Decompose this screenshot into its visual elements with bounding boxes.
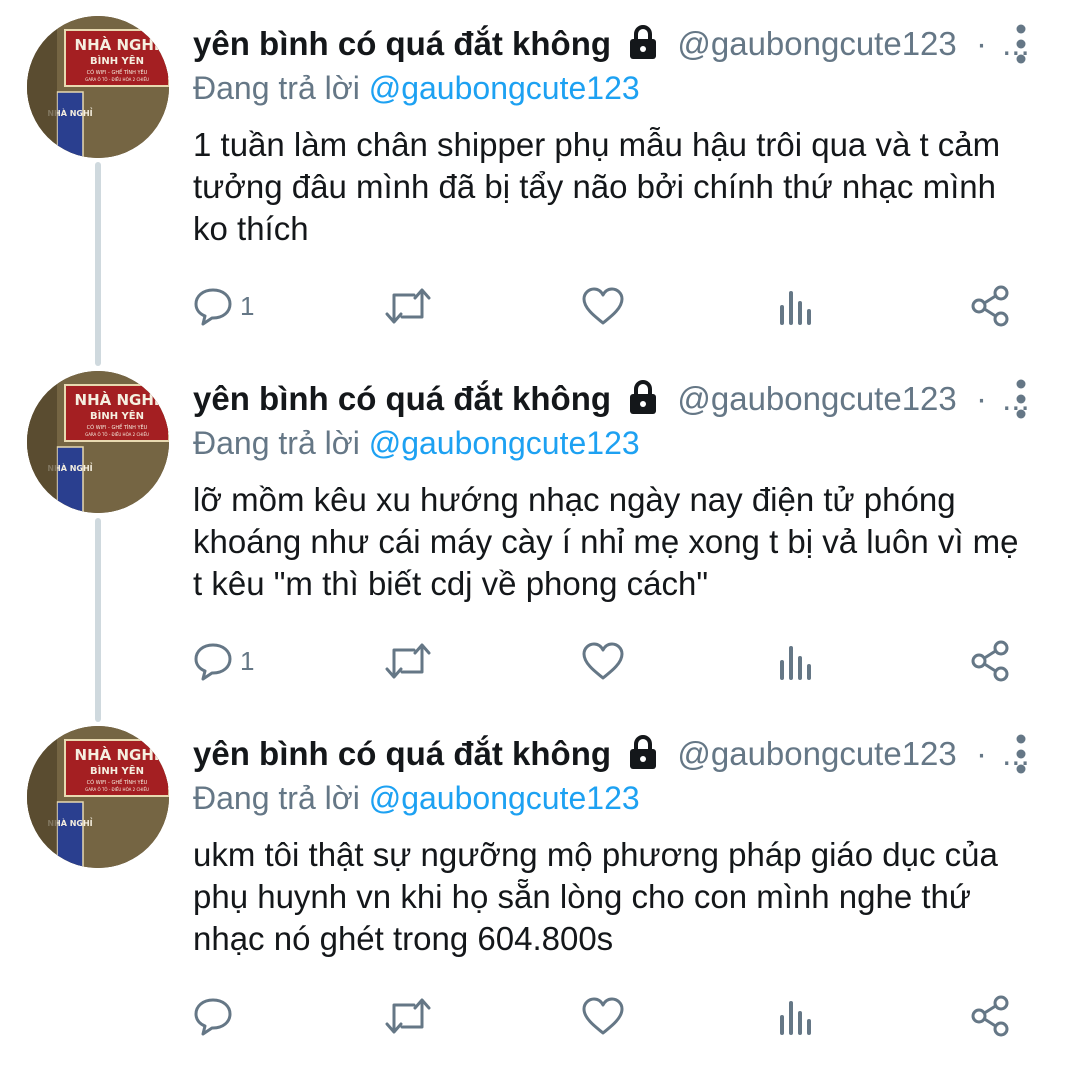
views-button[interactable]: [776, 633, 816, 689]
views-button[interactable]: [776, 278, 816, 334]
more-vertical-icon[interactable]: [1007, 732, 1035, 778]
retweet-icon: [385, 288, 431, 324]
like-button[interactable]: [580, 278, 626, 334]
tweet-text-line: t kêu "m thì biết cdj về phong cách": [193, 565, 709, 602]
avatar[interactable]: NHÀ NGHỈ BÌNH YÊN CÓ WIFI - GHẾ TÌNH YÊU…: [27, 726, 169, 868]
retweet-icon: [385, 998, 431, 1034]
tweet-header: yên bình có quá đắt không @gaubongcute12…: [193, 375, 1030, 423]
user-handle[interactable]: @gaubongcute123: [677, 735, 956, 772]
avatar-sign-line3: CÓ WIFI - GHẾ TÌNH YÊU: [87, 423, 148, 431]
avatar-sign-line2: BÌNH YÊN: [90, 409, 144, 422]
retweet-button[interactable]: [384, 633, 432, 689]
reply-button[interactable]: 1: [192, 278, 254, 334]
views-icon: [780, 291, 811, 325]
like-icon: [582, 997, 624, 1035]
replying-prefix: Đang trả lời: [193, 70, 360, 106]
retweet-button[interactable]: [384, 278, 432, 334]
replying-to: Đang trả lời @gaubongcute123: [193, 421, 640, 465]
tweet-text-line: 1 tuần làm chân shipper phụ mẫu hậu trôi…: [193, 126, 1001, 163]
tweet-text-line: lỡ mồm kêu xu hướng nhạc ngày nay điện t…: [193, 481, 956, 518]
lock-icon: [630, 25, 657, 59]
more-vertical-icon[interactable]: [1007, 22, 1035, 68]
avatar-sign-line4: GARA Ô TÔ - ĐIỀU HÒA 2 CHIỀU: [85, 77, 149, 82]
tweet-actions: 1: [0, 278, 1080, 334]
avatar-sign-line3: CÓ WIFI - GHẾ TÌNH YÊU: [87, 68, 148, 76]
tweet-header: yên bình có quá đắt không @gaubongcute12…: [193, 730, 1030, 778]
replying-to: Đang trả lời @gaubongcute123: [193, 66, 640, 110]
reply-button[interactable]: 1: [192, 633, 254, 689]
tweet-thread: NHÀ NGHỈ BÌNH YÊN CÓ WIFI - GHẾ TÌNH YÊU…: [0, 0, 1080, 1055]
avatar-sign-line2: BÌNH YÊN: [90, 54, 144, 67]
avatar[interactable]: NHÀ NGHỈ BÌNH YÊN CÓ WIFI - GHẾ TÌNH YÊU…: [27, 371, 169, 513]
tweet-text-line: ukm tôi thật sự ngưỡng mộ phương pháp gi…: [193, 836, 998, 873]
avatar-sign-line1: NHÀ NGHỈ: [75, 33, 160, 54]
like-button[interactable]: [580, 988, 626, 1044]
tweet[interactable]: NHÀ NGHỈ BÌNH YÊN CÓ WIFI - GHẾ TÌNH YÊU…: [0, 710, 1080, 1065]
replying-handle-link[interactable]: @gaubongcute123: [369, 70, 640, 106]
separator-dot: ·: [975, 25, 987, 62]
reply-icon: [194, 998, 232, 1036]
like-button[interactable]: [580, 633, 626, 689]
retweet-icon: [385, 643, 431, 679]
tweet-actions: [0, 988, 1080, 1044]
tweet-text-line: khoáng như cái máy cày í nhỉ mẹ xong t b…: [193, 523, 1019, 560]
display-name[interactable]: yên bình có quá đắt không: [193, 735, 611, 772]
replying-prefix: Đang trả lời: [193, 425, 360, 461]
separator-dot: ·: [975, 735, 987, 772]
separator-dot: ·: [975, 380, 987, 417]
like-icon: [582, 642, 624, 680]
tweet[interactable]: NHÀ NGHỈ BÌNH YÊN CÓ WIFI - GHẾ TÌNH YÊU…: [0, 0, 1080, 355]
display-name[interactable]: yên bình có quá đắt không: [193, 25, 611, 62]
lock-icon: [630, 735, 657, 769]
tweet-text-line: tưởng đâu mình đã bị tẩy não bởi chính t…: [193, 168, 996, 205]
avatar-sign-line1: NHÀ NGHỈ: [75, 743, 160, 764]
avatar-sign-line3: CÓ WIFI - GHẾ TÌNH YÊU: [87, 778, 148, 786]
reply-count: 1: [240, 291, 255, 321]
replying-prefix: Đang trả lời: [193, 780, 360, 816]
replying-handle-link[interactable]: @gaubongcute123: [369, 780, 640, 816]
tweet-text-line: phụ huynh vn khi họ sẵn lòng cho con mìn…: [193, 878, 971, 915]
retweet-button[interactable]: [384, 988, 432, 1044]
tweet-text-line: nhạc nó ghét trong 604.800s: [193, 920, 614, 957]
lock-icon: [630, 380, 657, 414]
share-button[interactable]: [968, 278, 1014, 334]
share-icon: [971, 995, 1009, 1037]
display-name[interactable]: yên bình có quá đắt không: [193, 380, 611, 417]
avatar-sign-line2: BÌNH YÊN: [90, 764, 144, 777]
tweet-text: 1 tuần làm chân shipper phụ mẫu hậu trôi…: [193, 124, 1053, 250]
share-icon: [971, 640, 1009, 682]
reply-icon: [194, 643, 232, 681]
views-icon: [780, 1001, 811, 1035]
share-button[interactable]: [968, 633, 1014, 689]
tweet-actions: 1: [0, 633, 1080, 689]
replying-handle-link[interactable]: @gaubongcute123: [369, 425, 640, 461]
share-button[interactable]: [968, 988, 1014, 1044]
avatar-sign-line4: GARA Ô TÔ - ĐIỀU HÒA 2 CHIỀU: [85, 787, 149, 792]
tweet-text-line: ko thích: [193, 210, 309, 247]
avatar-sign-line1: NHÀ NGHỈ: [75, 388, 160, 409]
replying-to: Đang trả lời @gaubongcute123: [193, 776, 640, 820]
reply-icon: [194, 288, 232, 326]
views-button[interactable]: [776, 988, 816, 1044]
tweet-text: lỡ mồm kêu xu hướng nhạc ngày nay điện t…: [193, 479, 1053, 605]
tweet-text: ukm tôi thật sự ngưỡng mộ phương pháp gi…: [193, 834, 1053, 960]
reply-count: 1: [240, 646, 255, 676]
user-handle[interactable]: @gaubongcute123: [677, 380, 956, 417]
share-icon: [971, 285, 1009, 327]
user-handle[interactable]: @gaubongcute123: [677, 25, 956, 62]
more-vertical-icon[interactable]: [1007, 377, 1035, 423]
reply-button[interactable]: [192, 988, 240, 1044]
tweet[interactable]: NHÀ NGHỈ BÌNH YÊN CÓ WIFI - GHẾ TÌNH YÊU…: [0, 355, 1080, 710]
avatar-sign-line4: GARA Ô TÔ - ĐIỀU HÒA 2 CHIỀU: [85, 432, 149, 437]
like-icon: [582, 287, 624, 325]
tweet-header: yên bình có quá đắt không @gaubongcute12…: [193, 20, 1030, 68]
avatar[interactable]: NHÀ NGHỈ BÌNH YÊN CÓ WIFI - GHẾ TÌNH YÊU…: [27, 16, 169, 158]
views-icon: [780, 646, 811, 680]
